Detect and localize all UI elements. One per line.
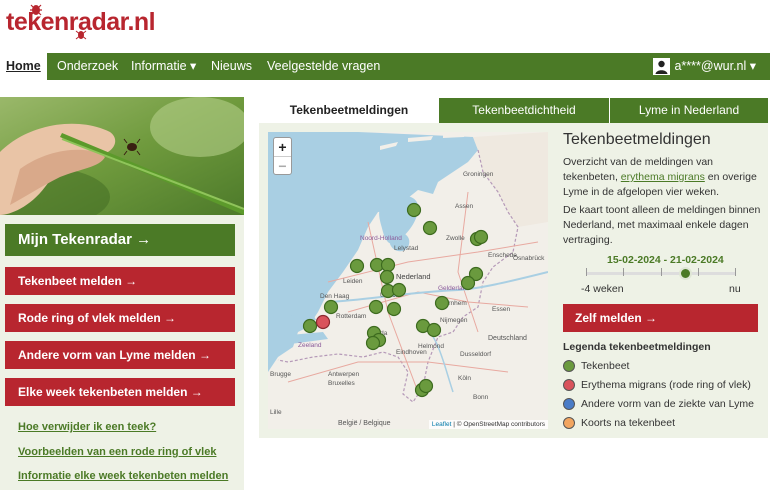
- tekenbeet-marker[interactable]: [418, 378, 434, 394]
- map-label-groningen: Groningen: [463, 171, 494, 178]
- erythema-marker[interactable]: [315, 314, 331, 330]
- map-label-lille: Lille: [270, 409, 282, 416]
- tekenbeet-marker[interactable]: [379, 269, 395, 285]
- map-label-noord-holland: Noord-Holland: [360, 235, 402, 242]
- link-informatie-elke-week[interactable]: Informatie elke week tekenbeten melden: [18, 470, 228, 482]
- tekenbeet-marker[interactable]: [302, 318, 318, 334]
- tekenbeet-melden-button[interactable]: Tekenbeet melden →: [5, 267, 235, 295]
- map-label-nederland: Nederland: [396, 272, 431, 281]
- tekenbeet-marker[interactable]: [349, 258, 365, 274]
- date-range: 15-02-2024 - 21-02-2024: [607, 254, 724, 266]
- map-canvas[interactable]: Assen Noord-Holland Lelystad Nederland L…: [268, 132, 548, 429]
- tekenbeet-marker[interactable]: [406, 202, 422, 218]
- tekenbeet-marker[interactable]: [391, 282, 407, 298]
- map-label-deutschland: Deutschland: [488, 335, 527, 342]
- legend-green-dot-icon: [563, 360, 575, 373]
- slider-tick: [698, 268, 699, 276]
- tekenbeet-marker[interactable]: [365, 335, 381, 351]
- nav-onderzoek[interactable]: Onderzoek: [51, 53, 124, 80]
- nav-nieuws[interactable]: Nieuws: [205, 53, 258, 80]
- slider-tick: [661, 268, 662, 276]
- elke-week-melden-button[interactable]: Elke week tekenbeten melden →: [5, 378, 235, 406]
- tab-bar: Tekenbeetmeldingen Tekenbeetdichtheid Ly…: [259, 98, 768, 123]
- leaflet-link[interactable]: Leaflet: [432, 421, 452, 428]
- map[interactable]: Assen Noord-Holland Lelystad Nederland L…: [268, 132, 548, 429]
- zoom-in-button[interactable]: +: [274, 138, 291, 156]
- map-label-brugge: Brugge: [270, 371, 291, 378]
- andere-vorm-lyme-button[interactable]: Andere vorm van Lyme melden →: [5, 341, 235, 369]
- map-label-osnabruck: Osnabrück: [513, 255, 545, 262]
- map-label-zwolle: Zwolle: [446, 235, 465, 242]
- erythema-migrans-link[interactable]: erythema migrans: [621, 171, 705, 183]
- zelf-melden-button[interactable]: Zelf melden →: [563, 304, 758, 332]
- week-slider-handle[interactable]: [679, 267, 692, 280]
- slider-label-end: nu: [729, 283, 741, 295]
- tekenbeet-marker[interactable]: [460, 275, 476, 291]
- info-title: Tekenbeetmeldingen: [563, 131, 711, 148]
- map-label-leiden: Leiden: [343, 278, 363, 285]
- legend-item-tekenbeet: Tekenbeet: [563, 359, 629, 373]
- site-logo[interactable]: tekenradar.nl: [4, 2, 164, 46]
- tekenbeet-marker[interactable]: [386, 301, 402, 317]
- tekenbeet-marker[interactable]: [380, 257, 396, 273]
- link-teek-verwijderen[interactable]: Hoe verwijder ik een teek?: [18, 421, 156, 433]
- tick-logo-small-icon: [75, 30, 87, 40]
- nav-informatie[interactable]: Informatie ▾: [125, 53, 202, 80]
- map-label-rotterdam: Rotterdam: [336, 313, 366, 320]
- nav-home[interactable]: Home: [0, 53, 47, 80]
- main-nav: Home Onderzoek Informatie ▾ Nieuws Veelg…: [0, 53, 770, 80]
- wadden-islands: [380, 133, 466, 150]
- tekenbeet-marker[interactable]: [368, 299, 384, 315]
- legend-item-erythema: Erythema migrans (rode ring of vlek): [563, 378, 751, 392]
- map-label-belgie: België / Belgique: [338, 420, 391, 427]
- legend-item-lyme: Andere vorm van de ziekte van Lyme: [563, 397, 754, 411]
- map-attribution: Leaflet | © OpenStreetMap contributors: [428, 420, 548, 429]
- tick-photo: [0, 97, 244, 215]
- map-label-nijmegen: Nijmegen: [440, 317, 468, 324]
- slider-tick: [623, 268, 624, 276]
- legend-item-koorts: Koorts na tekenbeet: [563, 416, 675, 430]
- legend-orange-dot-icon: [563, 417, 575, 430]
- map-label-essen: Essen: [492, 306, 510, 313]
- link-voorbeelden-rode-ring[interactable]: Voorbeelden van een rode ring of vlek: [18, 446, 216, 458]
- slider-tick: [735, 268, 736, 276]
- tab-tekenbeetmeldingen[interactable]: Tekenbeetmeldingen: [259, 98, 439, 123]
- map-label-bonn: Bonn: [473, 394, 489, 401]
- zoom-out-button[interactable]: −: [274, 156, 291, 174]
- tekenbeet-marker[interactable]: [422, 220, 438, 236]
- osm-attribution: | © OpenStreetMap contributors: [453, 421, 545, 428]
- legend-blue-dot-icon: [563, 398, 575, 411]
- zoom-control: + −: [273, 137, 292, 175]
- map-label-zeeland: Zeeland: [298, 342, 322, 349]
- legend-red-dot-icon: [563, 379, 575, 392]
- tekenbeet-marker[interactable]: [323, 299, 339, 315]
- map-label-assen: Assen: [455, 203, 473, 210]
- tekenbeet-marker[interactable]: [426, 322, 442, 338]
- map-label-den-haag: Den Haag: [320, 293, 350, 300]
- user-email: a****@wur.nl ▾: [674, 59, 756, 73]
- rode-ring-melden-button[interactable]: Rode ring of vlek melden →: [5, 304, 235, 332]
- info-paragraph-map: De kaart toont alleen de meldingen binne…: [563, 204, 761, 246]
- map-label-koln: Köln: [458, 375, 471, 382]
- map-label-enschede: Enschede: [488, 252, 517, 259]
- map-label-eindhoven: Eindhoven: [396, 349, 427, 356]
- tab-lyme-in-nederland[interactable]: Lyme in Nederland: [610, 98, 768, 123]
- tekenbeet-marker[interactable]: [434, 295, 450, 311]
- map-label-bruxelles: Bruxelles: [328, 380, 355, 387]
- legend-title: Legenda tekenbeetmeldingen: [563, 341, 711, 353]
- user-menu[interactable]: a****@wur.nl ▾: [653, 57, 756, 76]
- info-paragraph-overview: Overzicht van de meldingen van tekenbete…: [563, 156, 757, 198]
- tekenbeet-marker[interactable]: [473, 229, 489, 245]
- tab-tekenbeetdichtheid[interactable]: Tekenbeetdichtheid: [439, 98, 609, 123]
- map-label-antwerpen: Antwerpen: [328, 371, 359, 378]
- mijn-tekenradar-button[interactable]: Mijn Tekenradar →: [5, 224, 235, 256]
- map-label-dusseldorf: Dusseldorf: [460, 351, 491, 358]
- user-icon: [653, 58, 671, 76]
- slider-label-start: -4 weken: [581, 283, 624, 295]
- map-label-lelystad: Lelystad: [394, 245, 419, 252]
- nav-faq[interactable]: Veelgestelde vragen: [261, 53, 386, 80]
- slider-tick: [586, 268, 587, 276]
